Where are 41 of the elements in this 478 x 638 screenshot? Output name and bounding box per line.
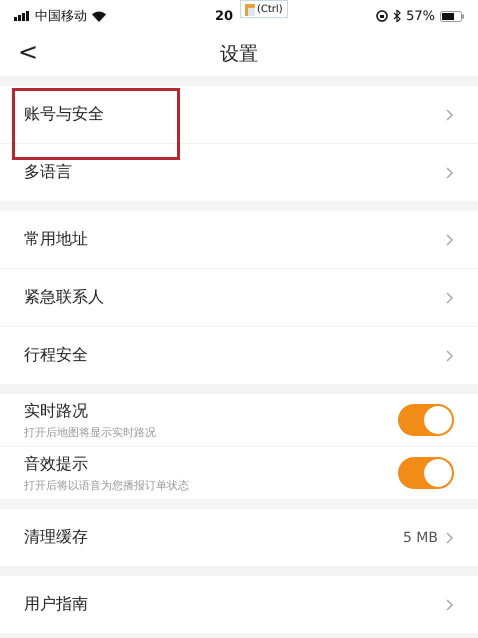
chevron-icon	[446, 108, 454, 120]
settings-row[interactable]: 多语言	[0, 143, 478, 201]
wifi-icon	[92, 10, 106, 22]
row-hint: 打开后地图将显示实时路况	[24, 424, 157, 440]
battery-icon	[440, 10, 464, 22]
settings-row[interactable]: 账号与安全	[0, 86, 478, 143]
row-label: 多语言	[24, 162, 73, 183]
row-value: 5 MB	[402, 530, 438, 546]
paste-options-label: (Ctrl)	[257, 4, 283, 14]
rotation-lock-icon	[376, 10, 388, 22]
settings-row[interactable]: 用户指南	[0, 576, 478, 633]
back-button[interactable]: <	[18, 38, 38, 66]
row-label: 紧急联系人	[24, 287, 105, 308]
settings-row[interactable]: 清理缓存 5 MB	[0, 509, 478, 566]
chevron-icon	[446, 532, 454, 544]
chevron-icon	[446, 234, 454, 246]
clock-time: 20	[214, 8, 234, 24]
carrier-name: 中国移动	[35, 8, 87, 25]
chevron-icon	[446, 166, 454, 178]
bluetooth-icon	[393, 10, 402, 22]
toggle-switch[interactable]	[398, 404, 454, 436]
row-hint: 打开后将以语音为您播报订单状态	[24, 478, 190, 492]
chevron-icon	[446, 292, 454, 304]
row-label: 用户指南	[24, 594, 89, 615]
row-label: 常用地址	[24, 229, 89, 250]
row-label: 清理缓存	[24, 527, 89, 548]
row-label: 实时路况	[24, 400, 89, 422]
settings-row[interactable]: 常用地址	[0, 211, 478, 268]
signal-icon	[14, 11, 30, 21]
settings-row[interactable]: 紧急联系人	[0, 268, 478, 326]
row-label: 音效提示	[24, 454, 89, 474]
clipboard-icon	[245, 2, 255, 16]
settings-row[interactable]: 行程安全	[0, 326, 478, 384]
toggle-switch[interactable]	[398, 457, 454, 489]
page-title: 设置	[220, 42, 258, 67]
row-label: 行程安全	[24, 345, 89, 366]
paste-options-popup[interactable]: (Ctrl)	[240, 0, 288, 18]
row-label: 账号与安全	[24, 104, 105, 125]
chevron-icon	[446, 598, 454, 610]
battery-percent: 57%	[406, 8, 435, 24]
chevron-icon	[446, 350, 454, 362]
